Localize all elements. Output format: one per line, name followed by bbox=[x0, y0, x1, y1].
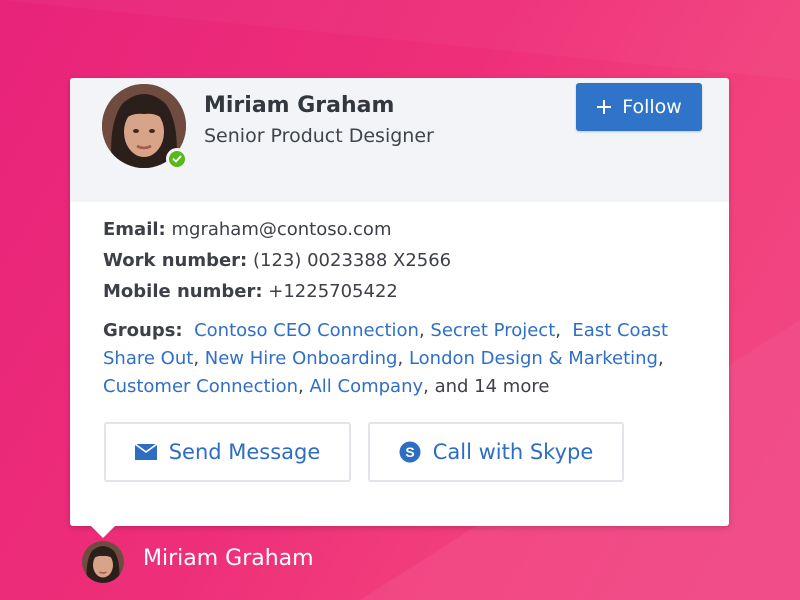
email-value[interactable]: mgraham@contoso.com bbox=[171, 219, 391, 240]
group-link[interactable]: London Design & Marketing bbox=[409, 348, 658, 369]
svg-text:S: S bbox=[405, 444, 414, 460]
send-message-label: Send Message bbox=[168, 440, 321, 464]
footer-name[interactable]: Miriam Graham bbox=[143, 546, 314, 571]
work-number-value[interactable]: (123) 0023388 X2566 bbox=[253, 250, 451, 271]
send-message-button[interactable]: Send Message bbox=[104, 422, 351, 482]
groups-more-text: and 14 more bbox=[434, 376, 550, 397]
email-row: Email: mgraham@contoso.com bbox=[103, 214, 451, 245]
groups-section: Groups: Contoso CEO Connection, Secret P… bbox=[103, 320, 669, 397]
profile-name: Miriam Graham bbox=[204, 93, 395, 118]
call-with-skype-button[interactable]: S Call with Skype bbox=[368, 422, 624, 482]
work-number-row: Work number: (123) 0023388 X2566 bbox=[103, 245, 451, 276]
footer-avatar[interactable] bbox=[82, 541, 124, 583]
email-label: Email: bbox=[103, 219, 166, 240]
presence-badge bbox=[166, 148, 188, 170]
contact-details: Email: mgraham@contoso.com Work number: … bbox=[103, 214, 451, 307]
work-number-label: Work number: bbox=[103, 250, 248, 271]
follow-label: Follow bbox=[622, 96, 682, 118]
profile-title: Senior Product Designer bbox=[204, 125, 434, 147]
mobile-number-row: Mobile number: +1225705422 bbox=[103, 276, 451, 307]
group-link[interactable]: New Hire Onboarding bbox=[205, 348, 398, 369]
profile-card: Miriam Graham Senior Product Designer Fo… bbox=[70, 78, 729, 526]
follow-button[interactable]: Follow bbox=[576, 83, 702, 131]
group-link[interactable]: Customer Connection bbox=[103, 376, 298, 397]
card-pointer bbox=[91, 526, 115, 538]
profile-card-header: Miriam Graham Senior Product Designer Fo… bbox=[70, 78, 729, 202]
group-link[interactable]: Contoso CEO Connection bbox=[194, 320, 419, 341]
plus-icon bbox=[597, 100, 612, 114]
profile-avatar[interactable] bbox=[102, 84, 188, 170]
call-with-skype-label: Call with Skype bbox=[432, 440, 594, 464]
group-link[interactable]: Secret Project bbox=[430, 320, 555, 341]
skype-icon: S bbox=[399, 441, 421, 463]
mail-icon bbox=[134, 444, 157, 460]
groups-label: Groups: bbox=[103, 320, 183, 341]
checkmark-icon bbox=[172, 155, 182, 163]
mobile-number-label: Mobile number: bbox=[103, 281, 263, 302]
mobile-number-value[interactable]: +1225705422 bbox=[268, 281, 398, 302]
group-link[interactable]: All Company bbox=[309, 376, 423, 397]
